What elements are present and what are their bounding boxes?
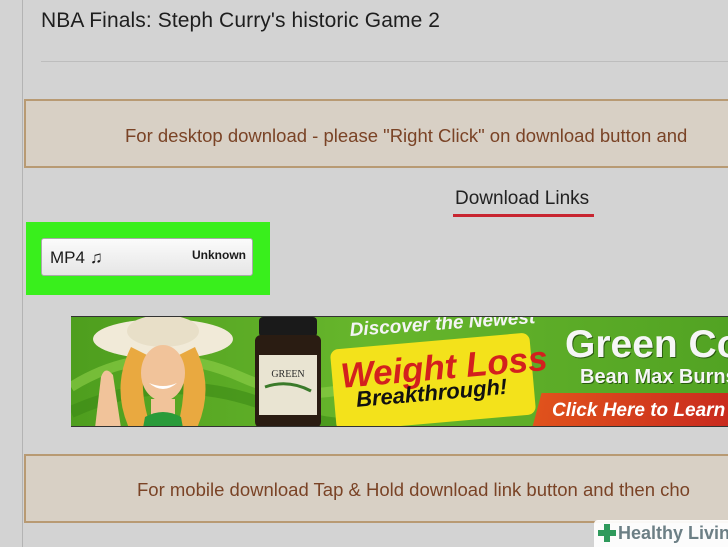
file-size-label: Unknown <box>192 248 246 262</box>
cross-icon <box>598 524 616 542</box>
mobile-download-notice: For mobile download Tap & Hold download … <box>24 454 728 523</box>
supplement-jar-image: GREEN <box>255 317 321 426</box>
desktop-download-notice: For desktop download - please "Right Cli… <box>24 99 728 168</box>
left-border <box>22 0 23 547</box>
ad-product-name: Green Cof <box>565 323 728 366</box>
heading-underline <box>453 214 594 217</box>
format-label: MP4 <box>50 248 85 267</box>
ad-cta-link[interactable]: Click Here to Learn <box>552 400 725 422</box>
title-divider <box>41 61 728 62</box>
jar-label-text: GREEN <box>271 369 304 380</box>
mp4-download-button[interactable]: MP4 ♫ Unknown <box>41 238 253 276</box>
ad-tagline: Bean Max Burns <box>580 366 728 388</box>
mobile-notice-text: For mobile download Tap & Hold download … <box>137 479 690 500</box>
download-links-heading: Download Links <box>455 188 590 209</box>
page-title: NBA Finals: Steph Curry's historic Game … <box>41 9 441 32</box>
music-note-icon: ♫ <box>90 248 103 267</box>
desktop-notice-text: For desktop download - please "Right Cli… <box>125 125 688 146</box>
woman-in-hat-image <box>93 317 233 426</box>
watermark-text: Healthy Living <box>618 523 728 543</box>
healthy-living-watermark: Healthy Living <box>594 520 728 547</box>
ad-banner[interactable]: GREEN Discover the Newest Weight Loss Br… <box>71 316 728 427</box>
